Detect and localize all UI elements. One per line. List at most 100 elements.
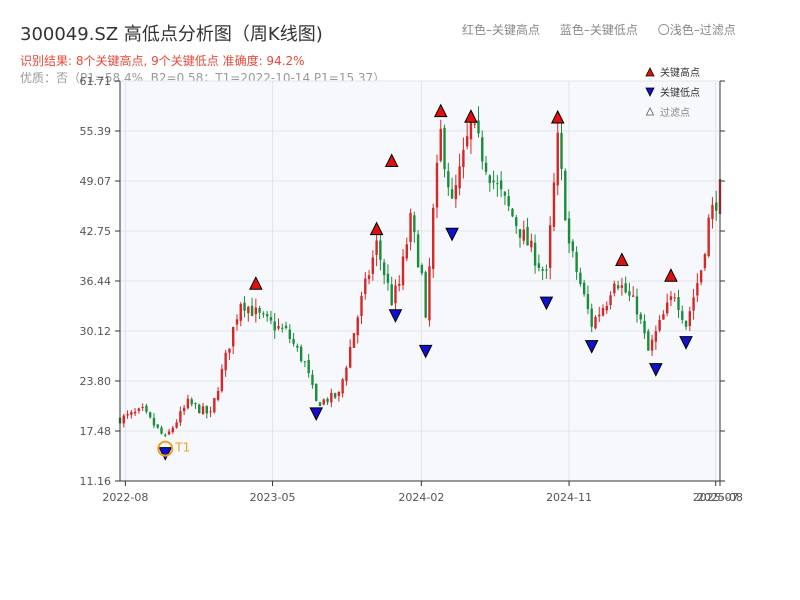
candle-body [148, 412, 152, 418]
candle-body [220, 369, 224, 392]
candle-body [669, 296, 673, 301]
candle-body [258, 307, 261, 313]
candle-body [303, 361, 307, 363]
candle-body [696, 283, 699, 296]
candle-body [345, 367, 348, 382]
candle-body [484, 162, 488, 172]
candle-body [443, 127, 446, 170]
candle-body [428, 266, 431, 321]
candle-body [315, 383, 318, 401]
candle-body [265, 314, 269, 317]
y-tick-label: 55.39 [80, 125, 112, 138]
candle-body [518, 229, 522, 238]
candle-body [277, 326, 280, 329]
candle-body [469, 120, 473, 140]
candle-body [477, 120, 480, 134]
x-tick-label: 2024-02 [398, 491, 444, 504]
candle-body [209, 411, 212, 413]
candle-body [556, 132, 559, 186]
candle-body [650, 339, 654, 351]
y-tick-label: 23.80 [80, 375, 112, 388]
candle-body [250, 305, 254, 316]
y-tick-label: 42.75 [80, 225, 112, 238]
candle-body [458, 166, 461, 189]
candlestick-chart: T1 11.16 17.48 23.80 30.12 36.44 42.75 49.07 55… [80, 66, 743, 504]
candle-body [160, 427, 163, 434]
candle-body [232, 326, 235, 347]
candle-body [658, 319, 661, 331]
legend-light-filtered: 〇浅色–过滤点 [657, 23, 736, 37]
candle-body [401, 256, 405, 286]
legend-high-label: 关键高点 [660, 66, 700, 79]
candle-body [605, 305, 608, 311]
candle-body [632, 295, 635, 297]
candle-body [394, 285, 397, 304]
candle-body [164, 434, 167, 436]
candle-body [284, 325, 288, 329]
candle-body [496, 183, 499, 185]
candle-body [318, 402, 322, 407]
candle-body [526, 226, 529, 246]
candle-body [507, 196, 510, 207]
candle-body [130, 412, 133, 415]
candle-body [465, 136, 469, 147]
candle-body [371, 257, 375, 274]
candle-body [409, 212, 412, 243]
candle-body [254, 307, 258, 315]
candle-body [545, 269, 548, 271]
candle-body [522, 229, 525, 241]
candle-body [571, 241, 575, 252]
candle-body [213, 398, 216, 413]
candle-body [273, 321, 276, 331]
legend-blue-low: 蓝色–关键低点 [559, 23, 638, 37]
x-tick-label: 2022-08 [102, 491, 148, 504]
candle-body [590, 308, 593, 327]
candle-body [137, 408, 141, 411]
candle-body [450, 189, 454, 199]
candle-body [235, 319, 239, 325]
candle-body [439, 128, 442, 161]
candle-body [707, 217, 710, 256]
candle-body [122, 415, 125, 424]
candle-body [382, 262, 386, 276]
candle-body [281, 327, 284, 329]
candle-body [692, 297, 695, 311]
candle-body [594, 317, 597, 329]
x-tick-label: 2023-05 [250, 491, 296, 504]
candle-body [552, 182, 556, 227]
candle-body [601, 307, 605, 316]
x-tick-label: 2025-08 [697, 491, 743, 504]
candle-body [175, 422, 178, 428]
candle-body [533, 242, 537, 266]
candle-body [537, 263, 541, 268]
y-tick-label: 61.71 [80, 75, 112, 88]
candle-body [405, 244, 408, 259]
candle-body [390, 284, 393, 305]
candle-body [564, 170, 567, 221]
x-tick-label: 2024-11 [546, 491, 592, 504]
candle-body [198, 404, 201, 414]
candle-body [330, 392, 333, 403]
candle-body [171, 427, 175, 433]
candle-body [654, 331, 658, 342]
legend-red-high: 红色–关键高点 [462, 23, 541, 37]
candle-body [665, 302, 669, 314]
candle-body [311, 374, 314, 386]
candle-body [186, 398, 190, 409]
candle-body [247, 306, 250, 314]
y-tick-label: 17.48 [80, 425, 112, 438]
candle-body [145, 405, 148, 412]
candle-body [628, 291, 631, 296]
candle-body [288, 329, 292, 339]
candle-body [715, 202, 718, 211]
candle-body [126, 413, 129, 416]
candle-body [447, 171, 450, 188]
candle-body [356, 317, 359, 336]
candle-body [488, 175, 492, 183]
candle-body [239, 304, 242, 321]
candle-body [462, 149, 465, 168]
candle-body [141, 407, 144, 409]
candle-body [216, 390, 220, 400]
candle-body [201, 406, 205, 415]
candle-body [586, 294, 590, 310]
